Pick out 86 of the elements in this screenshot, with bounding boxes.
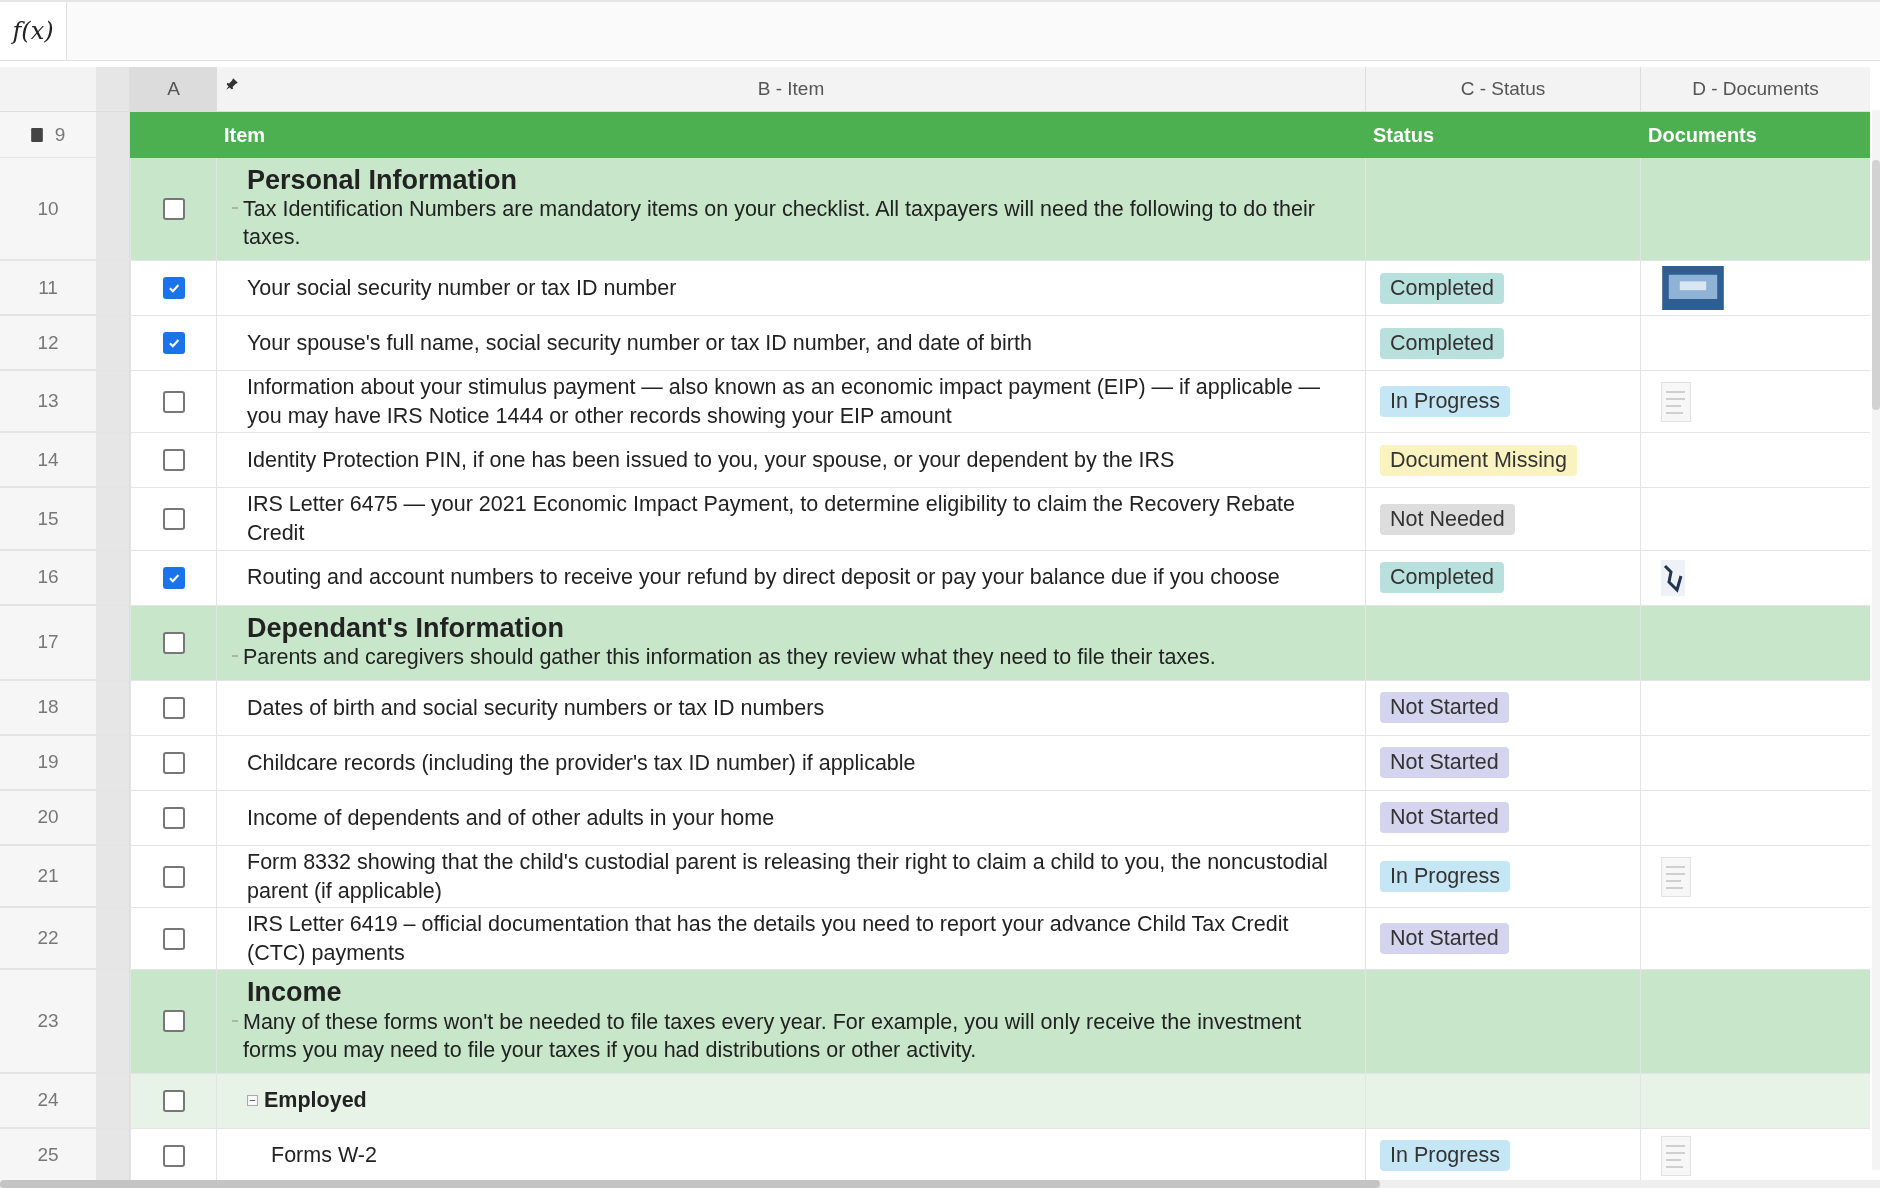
section-title: Personal Information: [247, 164, 518, 197]
section-title: Dependant's Information: [247, 611, 564, 645]
section-description: Tax Identification Numbers are mandatory items on your checklist. All taxpayers will need the following to do their taxes.: [243, 196, 1316, 252]
section-title: Income: [247, 976, 342, 1009]
document-thumbnail[interactable]: [1661, 1135, 1691, 1176]
checkbox[interactable]: [162, 508, 185, 531]
checkbox[interactable]: [162, 198, 185, 221]
status-tag[interactable]: In Progress: [1380, 386, 1510, 418]
row-number: 22: [0, 908, 96, 970]
status-tag[interactable]: Completed: [1380, 272, 1504, 304]
collapse-icon[interactable]: [247, 1095, 258, 1107]
row-number: 23: [0, 970, 96, 1073]
checkbox[interactable]: [162, 865, 185, 888]
header-cell: Status: [1365, 112, 1640, 158]
column-label: D - Documents: [1692, 78, 1819, 100]
status-tag[interactable]: Not Started: [1380, 923, 1509, 955]
item-text: Income of dependents and of other adults in your home: [247, 804, 775, 832]
checkbox[interactable]: [162, 1144, 185, 1167]
column-header[interactable]: A: [130, 67, 216, 111]
row-number: 13: [0, 371, 96, 433]
row-number: 18: [0, 680, 96, 735]
item-text: Your social security number or tax ID number: [247, 274, 677, 302]
item-text: Childcare records (including the provider's tax ID number) if applicable: [247, 749, 916, 777]
row-number: 16: [0, 550, 96, 605]
row-number: 24: [0, 1073, 96, 1128]
item-text: Dates of birth and social security numbers or tax ID numbers: [247, 694, 825, 722]
screenshot-thumbnail[interactable]: [1661, 266, 1725, 311]
row-number: 15: [0, 488, 96, 550]
column-label: B - Item: [757, 78, 825, 100]
checkbox[interactable]: [162, 631, 185, 654]
row-icon: [30, 127, 43, 142]
row-number: 9: [54, 123, 66, 146]
row-number: 21: [0, 845, 96, 908]
item-text: IRS Letter 6419 – official documentation that has the details you need to report your advance Child Tax Credit (CTC) payments: [247, 911, 1290, 967]
status-tag[interactable]: In Progress: [1380, 1140, 1510, 1172]
document-thumbnail[interactable]: [1661, 381, 1691, 422]
item-text: IRS Letter 6475 — your 2021 Economic Impact Payment, to determine eligibility to claim the Recovery Rebate Credit: [247, 491, 1297, 548]
status-tag[interactable]: Completed: [1380, 327, 1504, 359]
status-tag[interactable]: Not Needed: [1380, 503, 1515, 535]
document-thumbnail[interactable]: [1661, 856, 1691, 897]
row-number: 14: [0, 433, 96, 488]
checkbox[interactable]: [162, 751, 185, 774]
item-text: Identity Protection PIN, if one has been issued to you, your spouse, or your dependent by the IRS: [247, 447, 1175, 475]
image-thumbnail[interactable]: [1661, 559, 1685, 596]
checkbox[interactable]: [162, 1089, 185, 1112]
status-tag[interactable]: Completed: [1380, 562, 1504, 594]
column-label: A: [167, 78, 180, 100]
checkbox[interactable]: [162, 927, 185, 950]
row-number: 11: [0, 261, 96, 316]
header-cell: Documents: [1640, 112, 1870, 158]
checkbox[interactable]: [162, 1010, 185, 1033]
item-text: Your spouse's full name, social security number or tax ID number, and date of birth: [247, 329, 1032, 357]
row-number: 20: [0, 790, 96, 845]
item-text: Routing and account numbers to receive your refund by direct deposit or pay your balance due if you choose: [247, 564, 1280, 592]
item-text: Information about your stimulus payment — also known as an economic impact payment (EIP) — if applicable — you may have IRS Notice 1444 or other records showing your EIP amount: [247, 374, 1322, 430]
checkbox[interactable]: [162, 566, 185, 589]
horizontal-scrollbar[interactable]: [0, 1180, 1880, 1188]
row-number: 12: [0, 316, 96, 371]
function-label: f(x): [0, 2, 67, 60]
item-text: Form 8332 showing that the child's custodial parent is releasing their right to claim a child to you, the noncustodial parent (if applicable): [247, 848, 1329, 905]
status-tag[interactable]: Document Missing: [1380, 444, 1577, 476]
column-header[interactable]: C - Status: [1365, 67, 1640, 111]
checkbox[interactable]: [162, 806, 185, 829]
status-tag[interactable]: Not Started: [1380, 747, 1509, 779]
status-tag[interactable]: Not Started: [1380, 692, 1509, 724]
status-tag[interactable]: Not Started: [1380, 802, 1509, 834]
checkbox[interactable]: [162, 390, 185, 413]
pin-icon: [225, 77, 239, 91]
column-header[interactable]: D - Documents: [1640, 67, 1870, 111]
column-label: C - Status: [1460, 78, 1546, 100]
row-number: 19: [0, 735, 96, 790]
checkbox[interactable]: [162, 696, 185, 719]
checkbox[interactable]: [162, 277, 185, 300]
section-description: Many of these forms won't be needed to file taxes every year. For example, you will only receive the investment forms you may need to file your taxes if you had distributions or other activity.: [243, 1008, 1303, 1064]
section-description: Parents and caregivers should gather this information as they review what they need to file their taxes.: [243, 644, 1216, 672]
checkbox[interactable]: [162, 449, 185, 472]
group-label: Employed: [264, 1087, 367, 1115]
row-number: 10: [0, 158, 96, 261]
status-tag[interactable]: In Progress: [1380, 861, 1510, 893]
item-text: Forms W-2: [271, 1142, 377, 1170]
header-cell: Item: [216, 112, 1365, 158]
checkbox[interactable]: [162, 332, 185, 355]
row-number: 17: [0, 605, 96, 680]
column-header[interactable]: B - Item: [216, 67, 1365, 111]
row-number: 25: [0, 1128, 96, 1183]
vertical-scrollbar[interactable]: [1872, 110, 1880, 1170]
